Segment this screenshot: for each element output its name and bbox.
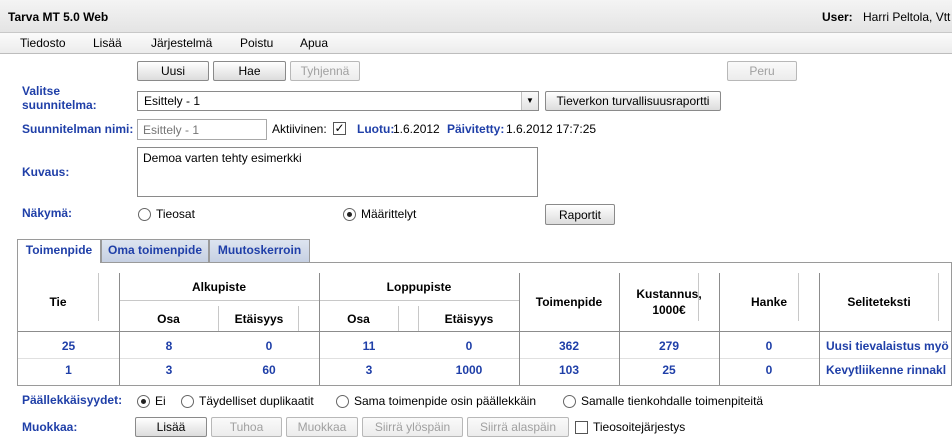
cell-end-etaisyys: 1000 xyxy=(455,363,483,377)
active-label: Aktiivinen: xyxy=(272,122,327,136)
app-title: Tarva MT 5.0 Web xyxy=(8,10,109,24)
col-sep xyxy=(398,306,399,331)
menu-item-poistu[interactable]: Poistu xyxy=(240,36,273,50)
tab-muutoskerroin[interactable]: Muutoskerroin xyxy=(209,239,310,262)
modify-button[interactable]: Muokkaa xyxy=(286,417,358,437)
col-sep xyxy=(98,273,99,321)
title-bar xyxy=(0,0,952,33)
remove-button[interactable]: Tuhoa xyxy=(211,417,282,437)
overlap-option-ei-label: Ei xyxy=(155,394,166,408)
overlap-option-same-location-label: Samalle tienkohdalle toimenpiteitä xyxy=(581,394,764,408)
header-seliteteksti[interactable]: Seliteteksti xyxy=(819,295,939,309)
view-option-maarittelyt-label: Määrittelyt xyxy=(361,207,417,221)
edit-label: Muokkaa: xyxy=(22,420,78,434)
view-option-tieosat-label: Tieosat xyxy=(156,207,195,221)
header-toimenpide[interactable]: Toimenpide xyxy=(519,295,619,309)
cell-start-etaisyys: 60 xyxy=(262,363,276,377)
measures-table: Tie Alkupiste Loppupiste Osa Etäisyys Os… xyxy=(17,262,952,386)
move-down-button[interactable]: Siirrä alaspäin xyxy=(467,417,569,437)
fetch-button[interactable]: Hae xyxy=(213,61,286,81)
description-textarea[interactable]: Demoa varten tehty esimerkki xyxy=(137,147,538,197)
cell-end-osa: 3 xyxy=(365,363,373,377)
header-cost-line-2: 1000€ xyxy=(652,303,686,317)
reports-button[interactable]: Raportit xyxy=(545,204,615,225)
view-label: Näkymä: xyxy=(22,206,73,220)
user-label: User: xyxy=(822,10,853,24)
header-start-etaisyys[interactable]: Etäisyys xyxy=(219,312,299,326)
add-button[interactable]: Lisää xyxy=(135,417,207,437)
plan-select-value: Esittely - 1 xyxy=(144,94,201,108)
view-radio-maarittelyt[interactable] xyxy=(343,208,356,221)
menu-item-apua[interactable]: Apua xyxy=(300,36,328,50)
tab-oma-toimenpide[interactable]: Oma toimenpide xyxy=(101,239,209,262)
cell-start-osa: 3 xyxy=(165,363,173,377)
road-address-order-label: Tieosoitejärjestys xyxy=(593,420,686,434)
cell-seliteteksti: Kevytliikenne rinnakl xyxy=(826,363,947,377)
tab-toimenpide[interactable]: Toimenpide xyxy=(17,239,101,263)
menu-item-tiedosto[interactable]: Tiedosto xyxy=(20,36,66,50)
overlap-option-duplicates-label: Täydelliset duplikaatit xyxy=(199,394,314,408)
header-end-osa[interactable]: Osa xyxy=(319,312,398,326)
header-start-group: Alkupiste xyxy=(191,280,246,294)
clear-button[interactable]: Tyhjennä xyxy=(290,61,360,81)
menu-item-lisaa[interactable]: Lisää xyxy=(93,36,122,50)
plan-label-line-1: Valitse xyxy=(22,84,61,98)
overlap-radio-same-location[interactable] xyxy=(563,395,576,408)
header-hanke[interactable]: Hanke xyxy=(719,295,819,309)
header-start-osa[interactable]: Osa xyxy=(119,312,218,326)
chevron-down-icon[interactable]: ▼ xyxy=(521,92,538,110)
header-tie[interactable]: Tie xyxy=(18,295,98,309)
cell-tie: 1 xyxy=(65,363,72,377)
col-border xyxy=(819,273,820,385)
user-name: Harri Peltola, Vtt xyxy=(863,10,951,24)
cell-toimenpide: 362 xyxy=(558,339,580,353)
plan-select[interactable]: Esittely - 1 ▼ xyxy=(137,91,539,111)
cell-toimenpide: 103 xyxy=(558,363,580,377)
cell-end-osa: 11 xyxy=(362,339,376,353)
row-divider xyxy=(18,358,951,359)
description-label: Kuvaus: xyxy=(22,165,70,179)
cell-cost: 25 xyxy=(662,363,676,377)
cell-hanke: 0 xyxy=(765,363,773,377)
cancel-button[interactable]: Peru xyxy=(727,61,797,81)
plan-name-label: Suunnitelman nimi: xyxy=(22,122,134,136)
overlaps-label: Päällekkäisyydet: xyxy=(22,393,123,407)
updated-value: 1.6.2012 17:7:25 xyxy=(506,122,597,136)
plan-name-input[interactable] xyxy=(137,119,267,140)
cell-start-etaisyys: 0 xyxy=(265,339,273,353)
cell-end-etaisyys: 0 xyxy=(465,339,473,353)
move-up-button[interactable]: Siirrä ylöspäin xyxy=(362,417,463,437)
created-value: 1.6.2012 xyxy=(393,122,440,136)
menu-bar: Tiedosto Lisää Järjestelmä Poistu Apua xyxy=(0,33,952,54)
header-end-group: Loppupiste xyxy=(386,280,452,294)
header-bottom-border xyxy=(18,331,951,332)
cell-seliteteksti: Uusi tievalaistus myö xyxy=(826,339,949,353)
overlap-radio-partial[interactable] xyxy=(336,395,349,408)
created-label: Luotu: xyxy=(357,122,395,136)
overlap-radio-duplicates[interactable] xyxy=(181,395,194,408)
cell-start-osa: 8 xyxy=(165,339,173,353)
updated-label: Päivitetty: xyxy=(447,122,505,136)
overlap-option-partial-label: Sama toimenpide osin päällekkäin xyxy=(354,394,537,408)
overlap-radio-ei[interactable] xyxy=(137,395,150,408)
header-end-etaisyys[interactable]: Etäisyys xyxy=(419,312,519,326)
plan-label-line-2: suunnitelma: xyxy=(22,98,97,112)
cell-hanke: 0 xyxy=(765,339,773,353)
header-cost-line-1[interactable]: Kustannus, xyxy=(619,287,719,301)
menu-item-jarjestelma[interactable]: Järjestelmä xyxy=(151,36,212,50)
cell-cost: 279 xyxy=(658,339,680,353)
active-checkbox[interactable]: ✓ xyxy=(333,122,346,135)
road-network-safety-report-button[interactable]: Tieverkon turvallisuusraportti xyxy=(545,91,721,111)
cell-tie: 25 xyxy=(61,339,76,353)
road-address-order-checkbox[interactable] xyxy=(575,421,588,434)
view-radio-tieosat[interactable] xyxy=(138,208,151,221)
new-button[interactable]: Uusi xyxy=(137,61,209,81)
